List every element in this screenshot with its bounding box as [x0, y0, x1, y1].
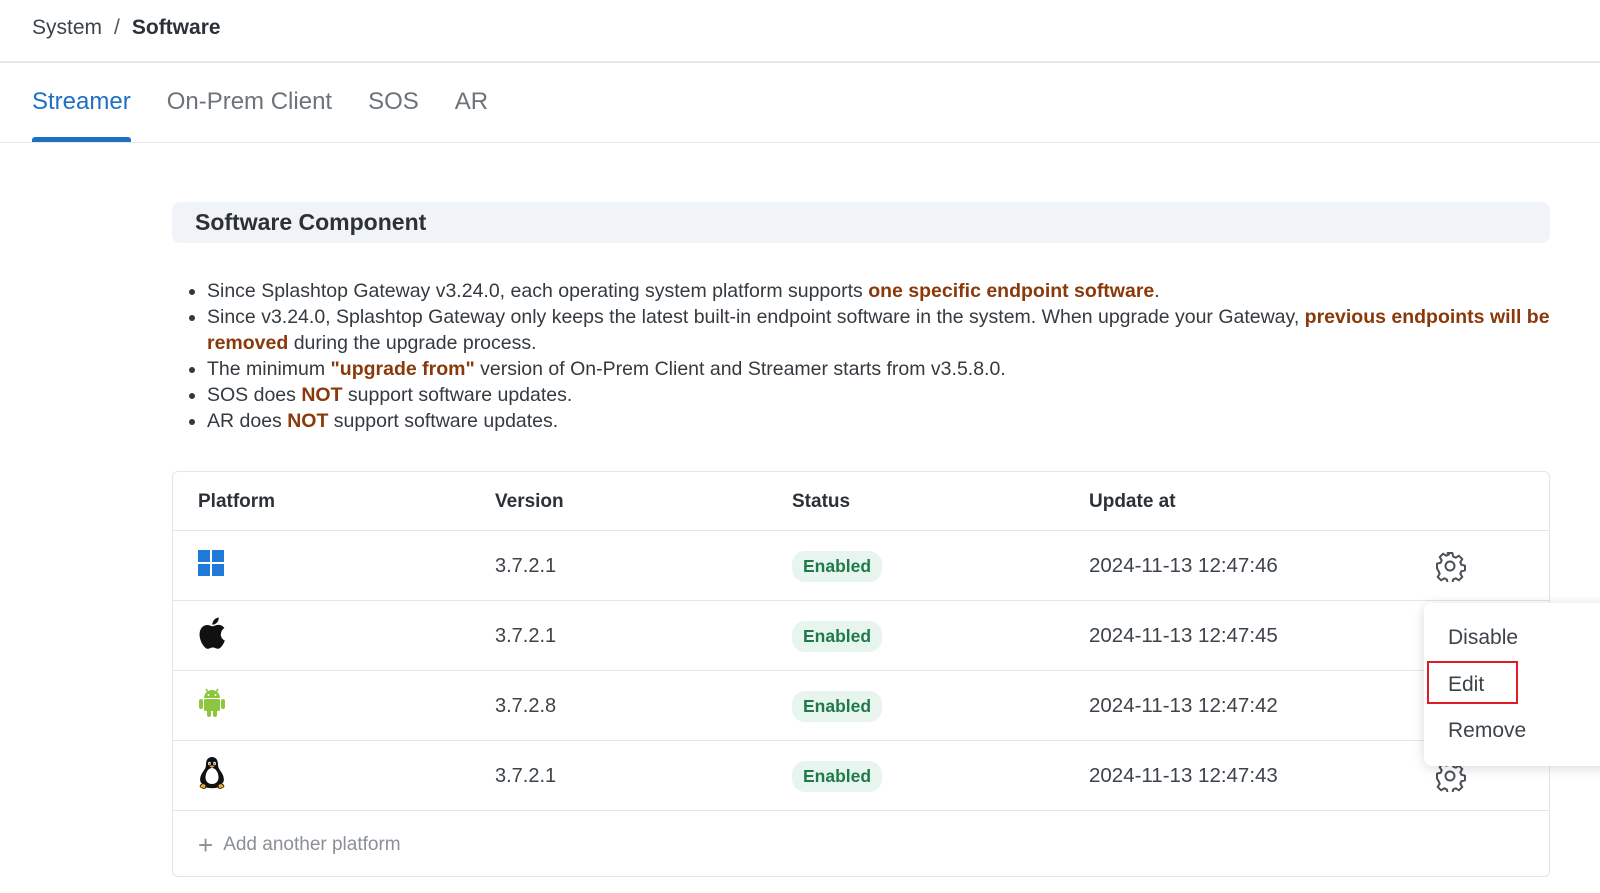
status-badge: Enabled [792, 620, 883, 652]
note-highlight: NOT [287, 410, 329, 432]
update-at-cell: 2024-11-13 12:47:43 [1089, 764, 1278, 787]
notes-list: Since Splashtop Gateway v3.24.0, each op… [185, 278, 1555, 434]
tab-divider [0, 142, 1600, 143]
note-text: support software updates. [328, 410, 559, 432]
note-item: AR does NOT support software updates. [185, 408, 1555, 434]
note-text: support software updates. [342, 384, 573, 406]
platform-cell [198, 601, 226, 671]
breadcrumb-current: Software [131, 16, 221, 39]
status-cell: Enabled [792, 741, 883, 811]
breadcrumb: System / Software [32, 14, 221, 42]
table-header: Platform Version Status Update at [173, 472, 1549, 531]
platform-cell [198, 531, 224, 601]
tab-sos[interactable]: SOS [368, 78, 419, 142]
version-cell: 3.7.2.1 [495, 764, 557, 787]
version-cell: 3.7.2.1 [495, 624, 557, 647]
note-item: SOS does NOT support software updates. [185, 382, 1555, 408]
android-icon [198, 687, 226, 725]
add-platform-label: Add another platform [223, 834, 401, 855]
status-badge: Enabled [792, 760, 883, 792]
platform-cell [198, 671, 226, 741]
note-highlight: NOT [301, 384, 343, 406]
note-item: Since Splashtop Gateway v3.24.0, each op… [185, 278, 1555, 304]
update-at-cell: 2024-11-13 12:47:46 [1089, 554, 1278, 577]
note-text: Since v3.24.0, Splashtop Gateway only ke… [207, 306, 1305, 328]
note-text: AR does [207, 410, 288, 432]
status-badge: Enabled [792, 550, 883, 582]
software-table: Platform Version Status Update at 3.7.2.… [172, 471, 1550, 877]
table-row: 3.7.2.8 Enabled 2024-11-13 12:47:42 [173, 671, 1549, 741]
status-cell: Enabled [792, 601, 883, 671]
update-at-cell: 2024-11-13 12:47:42 [1089, 694, 1278, 717]
version-cell: 3.7.2.8 [495, 694, 557, 717]
header-divider [0, 61, 1600, 63]
note-highlight: "upgrade from" [330, 358, 475, 380]
column-header-update-at: Update at [1089, 491, 1176, 512]
note-text: . [1154, 280, 1160, 302]
column-header-version: Version [495, 491, 564, 512]
tab-on-prem-client[interactable]: On-Prem Client [167, 78, 332, 142]
gear-icon[interactable] [1432, 548, 1468, 584]
note-text: Since Splashtop Gateway v3.24.0, each op… [207, 280, 869, 302]
column-header-status: Status [792, 491, 851, 512]
status-cell: Enabled [792, 531, 883, 601]
section-header: Software Component [172, 202, 1550, 243]
add-platform-button[interactable]: + Add another platform [198, 830, 401, 860]
table-row: 3.7.2.1 Enabled 2024-11-13 12:47:45 [173, 601, 1549, 671]
plus-icon: + [198, 830, 214, 860]
linux-icon [198, 756, 226, 796]
note-highlight: one specific endpoint software [868, 280, 1155, 302]
update-at-cell: 2024-11-13 12:47:45 [1089, 624, 1278, 647]
note-item: The minimum "upgrade from" version of On… [185, 356, 1555, 382]
platform-cell [198, 741, 226, 811]
edit-highlight-box [1427, 661, 1518, 704]
section-title: Software Component [195, 209, 427, 235]
menu-item-remove[interactable]: Remove [1448, 713, 1526, 749]
note-text: version of On-Prem Client and Streamer s… [474, 358, 1006, 380]
windows-icon [198, 550, 224, 582]
note-text: The minimum [207, 358, 331, 380]
version-cell: 3.7.2.1 [495, 554, 557, 577]
note-item: Since v3.24.0, Splashtop Gateway only ke… [185, 304, 1555, 356]
status-badge: Enabled [792, 690, 883, 722]
table-row: 3.7.2.1 Enabled 2024-11-13 12:47:43 [173, 741, 1549, 811]
row-actions [1432, 531, 1468, 601]
status-cell: Enabled [792, 671, 883, 741]
menu-item-disable[interactable]: Disable [1448, 620, 1518, 656]
tab-bar: Streamer On-Prem Client SOS AR [32, 78, 524, 142]
table-row: 3.7.2.1 Enabled 2024-11-13 12:47:46 [173, 531, 1549, 601]
note-text: SOS does [207, 384, 302, 406]
tab-ar[interactable]: AR [455, 78, 488, 142]
breadcrumb-separator: / [114, 16, 120, 39]
column-header-platform: Platform [198, 491, 276, 512]
apple-icon [198, 617, 226, 655]
breadcrumb-system-link[interactable]: System [32, 16, 102, 40]
note-text: during the upgrade process. [288, 332, 537, 354]
tab-streamer[interactable]: Streamer [32, 78, 131, 142]
